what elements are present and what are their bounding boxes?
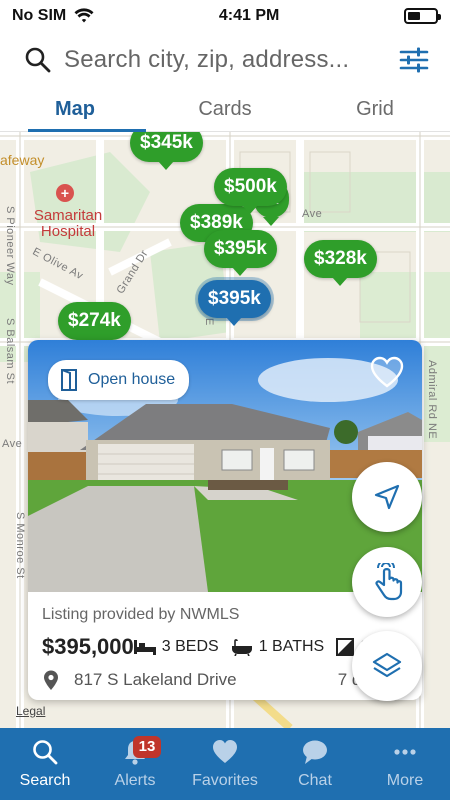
map-label-hospital: Samaritan Hospital	[33, 207, 103, 240]
chat-icon	[303, 740, 327, 764]
carrier-label: No SIM	[12, 7, 67, 24]
open-house-label: Open house	[88, 371, 176, 388]
price-pin[interactable]: $345k	[130, 132, 203, 170]
price-pin[interactable]: $328k	[304, 240, 377, 286]
nav-alerts[interactable]: 13 Alerts	[90, 728, 180, 800]
filter-sliders-icon[interactable]	[398, 44, 430, 76]
tab-grid[interactable]: Grid	[300, 88, 450, 131]
bed-icon	[133, 640, 156, 655]
map-label-ave-left: Ave	[2, 438, 23, 450]
heart-icon	[213, 740, 237, 763]
hospital-icon: +	[56, 184, 74, 202]
nav-alerts-label: Alerts	[114, 772, 156, 789]
navigation-arrow-icon	[374, 484, 400, 510]
nav-search-label: Search	[19, 772, 71, 789]
price-pin[interactable]: $395k	[204, 230, 277, 276]
nav-chat[interactable]: Chat	[270, 728, 360, 800]
price-pin-selected[interactable]: $395k	[198, 280, 271, 326]
tab-cards[interactable]: Cards	[150, 88, 300, 131]
open-house-badge: Open house	[48, 360, 190, 400]
wifi-icon	[74, 8, 94, 23]
my-location-button[interactable]	[352, 462, 422, 532]
draw-search-button[interactable]	[352, 547, 422, 617]
favorite-heart-icon[interactable]	[370, 356, 404, 390]
map-label-ave-top: Ave	[302, 208, 323, 220]
map-label-monroe: S Monroe St	[14, 512, 26, 579]
baths-stat: 1 BATHS	[231, 638, 325, 656]
listing-price: $395,000	[42, 634, 134, 659]
status-bar: No SIM 4:41 PM	[0, 0, 450, 32]
listing-address: 817 S Lakeland Drive	[74, 670, 237, 689]
nav-more[interactable]: More	[360, 728, 450, 800]
baths-label: 1 BATHS	[258, 638, 325, 655]
beds-label: 3 BEDS	[161, 638, 219, 655]
map-label-safeway: afeway	[0, 152, 45, 168]
map-label-balsam: S Balsam St	[4, 318, 16, 385]
nav-favorites[interactable]: Favorites	[180, 728, 270, 800]
beds-stat: 3 BEDS	[133, 638, 219, 656]
status-left: No SIM	[12, 7, 94, 25]
tab-map[interactable]: Map	[0, 88, 150, 132]
listing-provider: Listing provided by NWMLS	[42, 606, 240, 623]
map-label-pioneer: S Pioneer Way	[4, 206, 16, 286]
legal-link[interactable]: Legal	[16, 704, 45, 718]
map-layers-button[interactable]	[352, 631, 422, 701]
alerts-badge: 13	[133, 736, 161, 758]
search-icon	[33, 740, 58, 765]
clock: 4:41 PM	[218, 7, 280, 24]
view-tabs: Map Cards Grid	[0, 88, 450, 132]
square-feet-icon	[336, 638, 355, 656]
price-pin[interactable]: $500k	[214, 168, 287, 214]
hand-pointer-icon	[375, 563, 403, 601]
bathtub-icon	[231, 639, 252, 656]
search-bar[interactable]: Search city, zip, address...	[0, 32, 450, 88]
nav-search[interactable]: Search	[0, 728, 90, 800]
search-input[interactable]: Search city, zip, address...	[64, 46, 384, 74]
battery-icon	[404, 8, 441, 24]
door-icon	[61, 369, 77, 391]
search-icon	[25, 47, 51, 73]
map-label-admiral: Admiral Rd NE	[426, 360, 438, 440]
nav-more-label: More	[386, 772, 424, 789]
layers-icon	[372, 652, 402, 678]
nav-favorites-label: Favorites	[192, 772, 258, 789]
price-pin[interactable]: $274k	[58, 302, 131, 348]
nav-chat-label: Chat	[298, 772, 332, 789]
map-label-e: E	[203, 318, 215, 326]
more-icon	[394, 749, 416, 755]
location-pin-icon	[44, 670, 58, 690]
bottom-nav: Search 13 Alerts Favorites Chat More	[0, 728, 450, 800]
